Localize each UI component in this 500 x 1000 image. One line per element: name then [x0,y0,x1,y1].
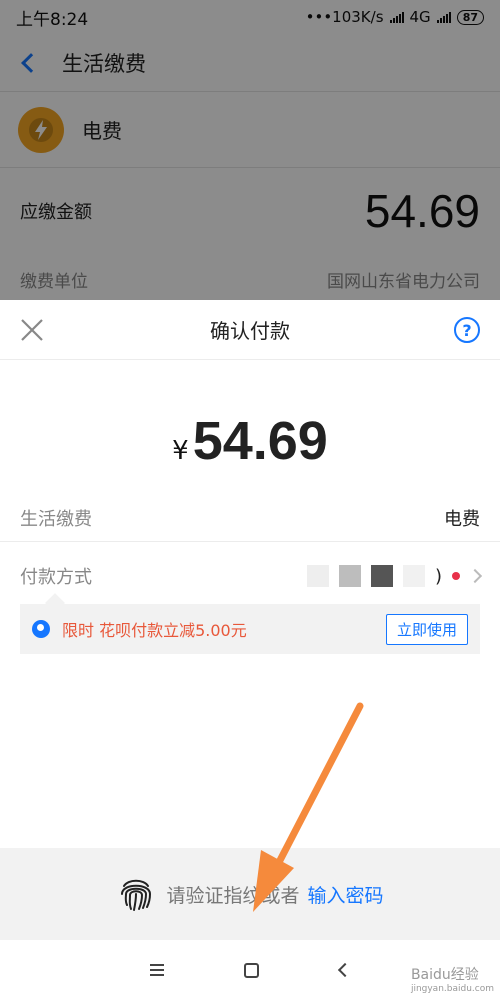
promo-text: 限时 花呗付款立减5.00元 [62,621,247,640]
payment-method-label: 付款方式 [20,567,92,588]
fingerprint-icon [116,874,156,914]
watermark: Baidu经验 jingyan.baidu.com [411,964,494,994]
watermark-brand: Baidu经验 [410,967,479,983]
watermark-url: jingyan.baidu.com [410,984,494,994]
confirm-payment-sheet: 确认付款 ? ¥ 54.69 生活缴费 电费 付款方式 ) 限时 花呗付款立减5… [0,300,500,940]
home-icon[interactable] [244,962,260,978]
fingerprint-prompt: 请验证指纹或者 [166,884,300,907]
masked-account-block [370,565,393,587]
masked-account-block [402,565,425,587]
masked-account-block [306,565,329,587]
back-icon[interactable] [337,962,352,978]
use-now-button[interactable]: 立即使用 [385,613,468,645]
enter-password-link[interactable]: 输入密码 [308,881,384,908]
payment-method-suffix: ) [434,565,442,587]
masked-account-block [338,565,361,587]
help-icon[interactable]: ? [454,317,480,343]
huabei-icon [32,620,50,638]
dim-overlay[interactable] [0,0,500,300]
order-info-label: 生活缴费 [20,508,92,530]
fingerprint-auth-bar: 请验证指纹或者 输入密码 [0,848,500,940]
order-info-value: 电费 [444,508,480,530]
payment-method-row[interactable]: 付款方式 ) [0,552,500,600]
chevron-right-icon[interactable] [467,568,483,584]
payment-amount: ¥ 54.69 [0,410,500,472]
notification-dot [452,572,460,580]
payment-amount-value: 54.69 [192,411,328,471]
huabei-promo-banner: 限时 花呗付款立减5.00元 立即使用 [20,604,480,654]
close-icon[interactable] [18,316,46,344]
order-info-row: 生活缴费 电费 [0,494,500,542]
sheet-header: 确认付款 ? [0,300,500,360]
sheet-title: 确认付款 [210,319,290,343]
payment-method-selector[interactable]: ) [306,565,483,587]
menu-icon[interactable] [150,964,165,976]
currency-symbol: ¥ [172,436,189,466]
